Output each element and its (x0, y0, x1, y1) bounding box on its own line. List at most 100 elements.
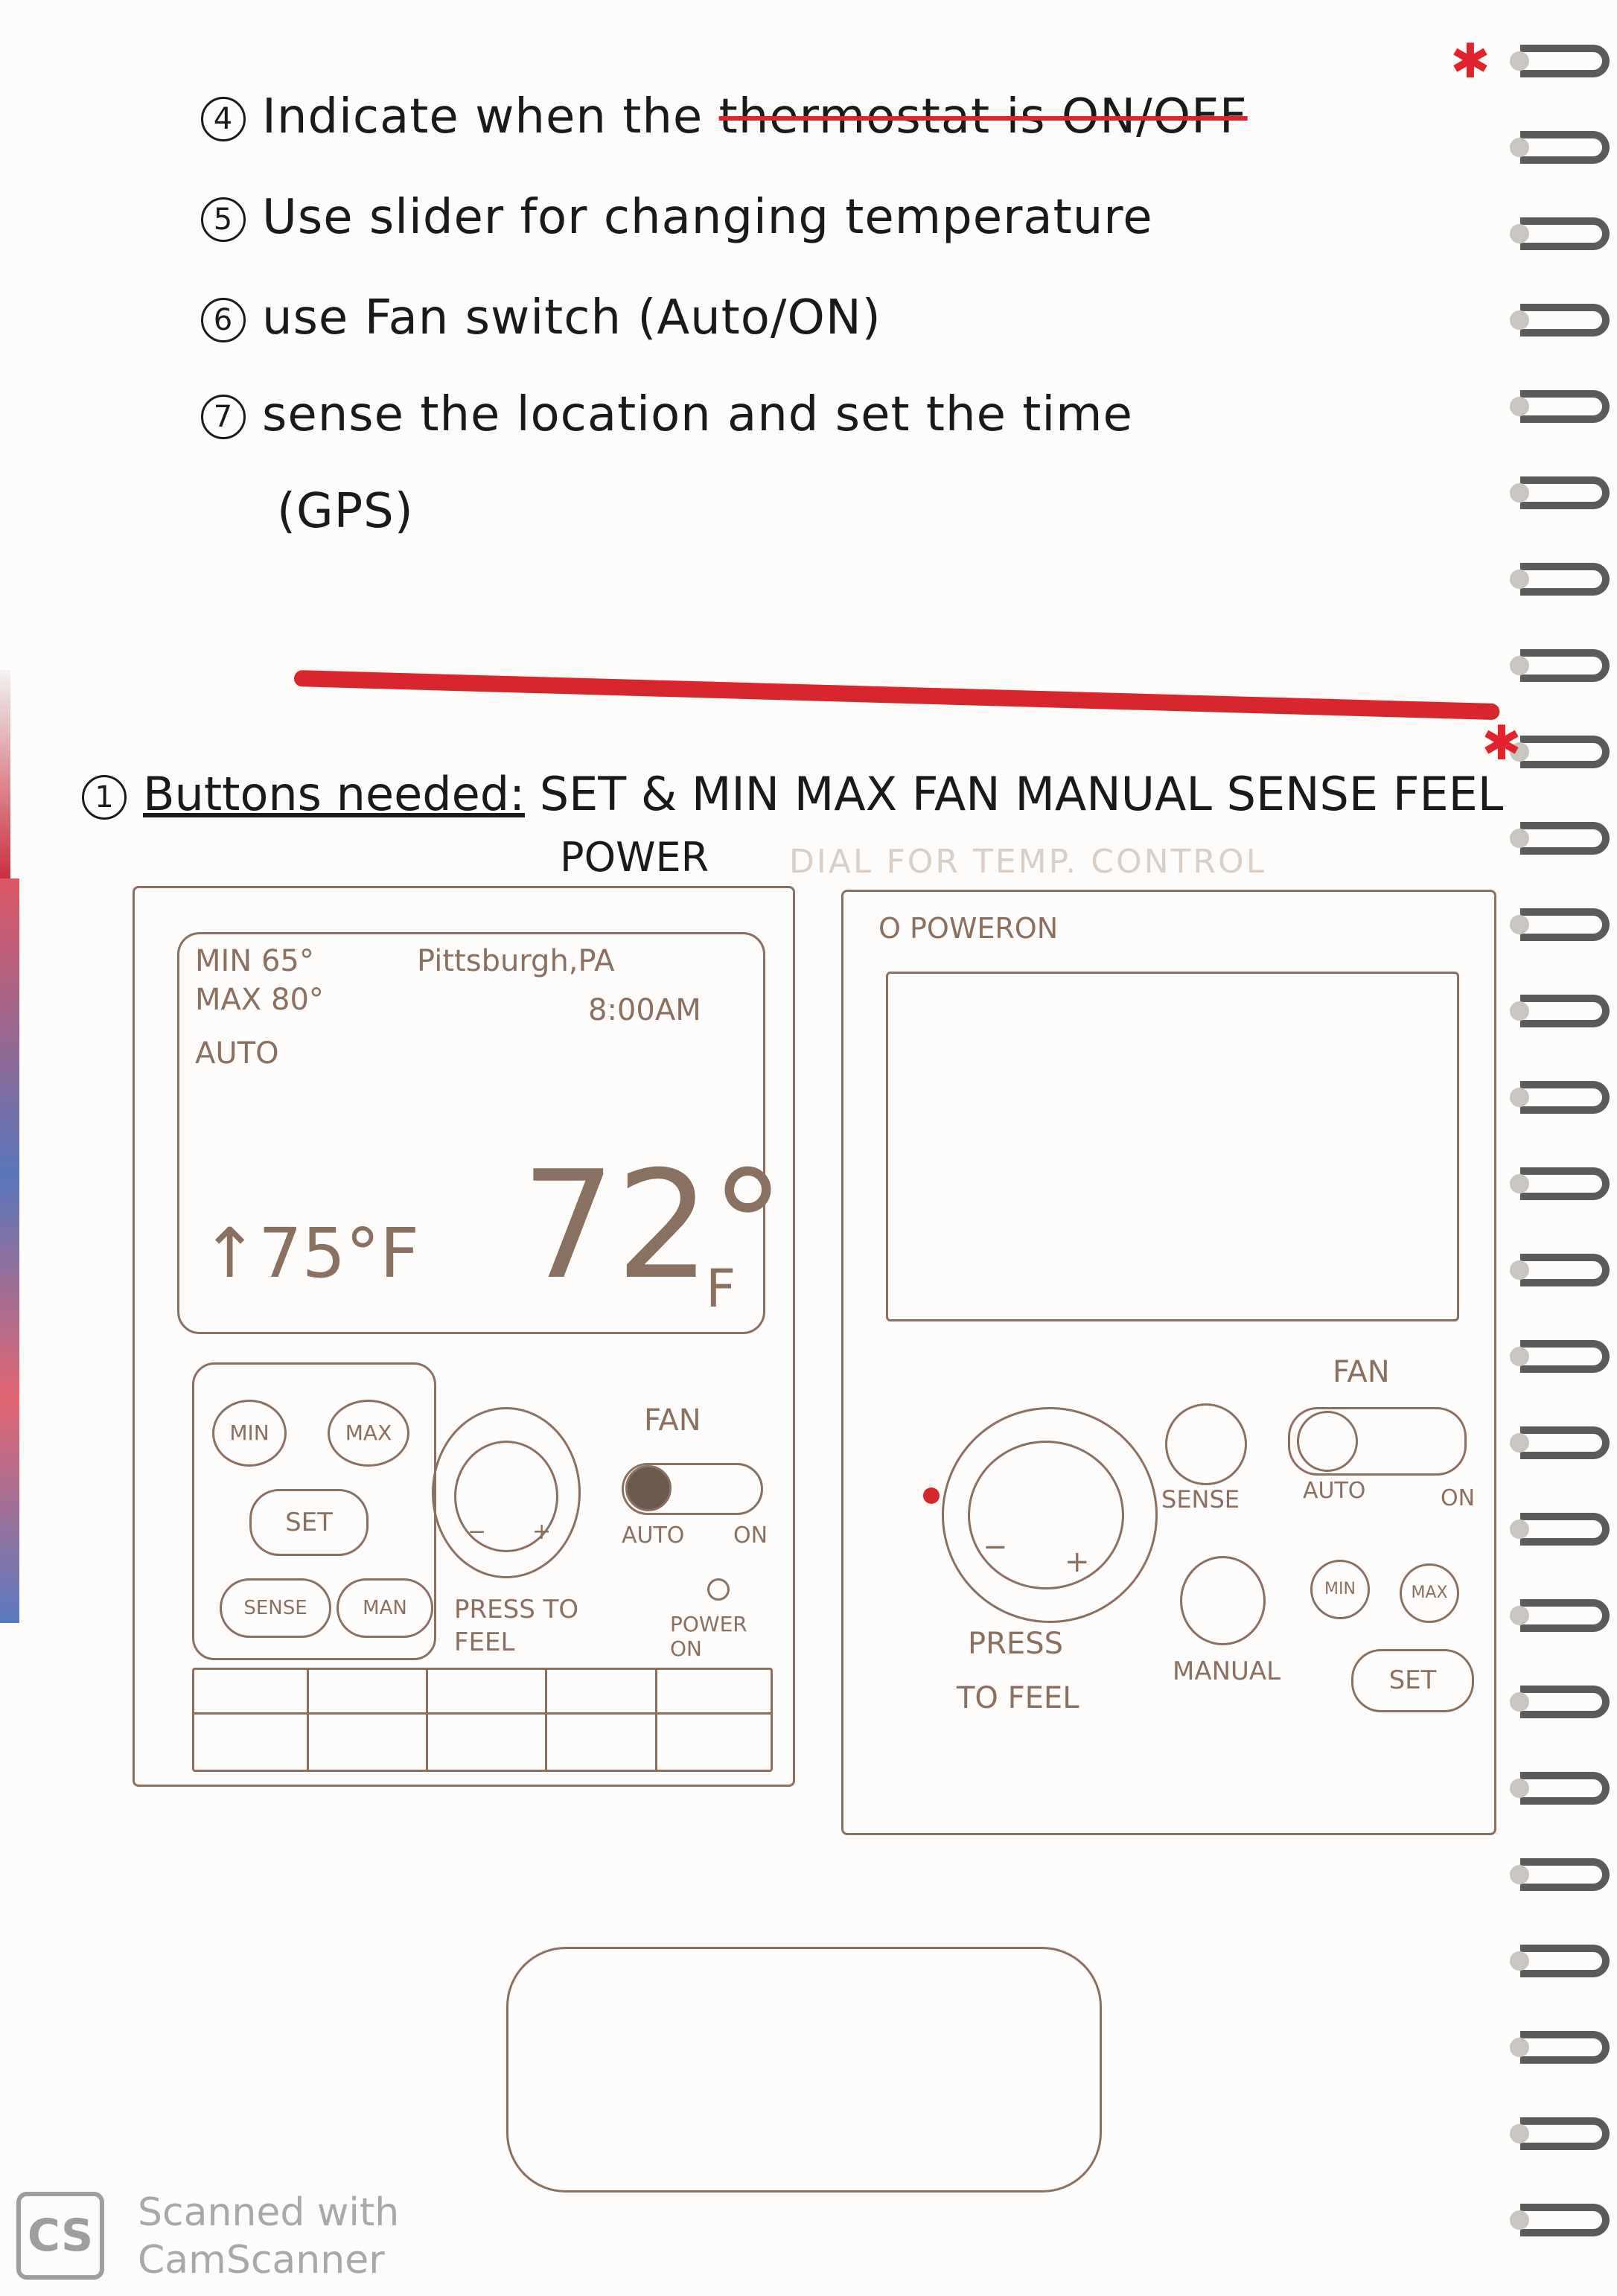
page-edge-decoration (0, 878, 19, 1623)
buttons-needed-items: SET & MIN MAX FAN MANUAL SENSE FEEL (539, 767, 1504, 821)
camscanner-logo: CS (16, 2192, 104, 2280)
right-set-button[interactable]: SET (1351, 1649, 1474, 1712)
page-edge-decoration (0, 670, 10, 878)
right-sense-label: SENSE (1161, 1485, 1240, 1514)
right-screen (886, 972, 1459, 1321)
binding-hole (1510, 310, 1529, 330)
right-fan-auto: AUTO (1303, 1478, 1366, 1504)
binding-hole (1510, 2124, 1529, 2143)
spiral-ring (1520, 563, 1610, 596)
right-fan-on: ON (1441, 1485, 1476, 1511)
binding-hole (1510, 570, 1529, 589)
camscanner-watermark: Scanned with CamScanner (138, 2189, 399, 2284)
spiral-ring (1520, 2117, 1610, 2150)
spiral-ring (1520, 1599, 1610, 1632)
spiral-ring (1520, 1858, 1610, 1891)
left-manual-button[interactable]: MAN (337, 1578, 433, 1638)
spiral-ring (1520, 1340, 1610, 1373)
right-to-feel-label: TO FEEL (957, 1681, 1079, 1715)
watermark-line-2: CamScanner (138, 2238, 385, 2283)
spiral-ring (1520, 131, 1610, 164)
binding-hole (1510, 1433, 1529, 1452)
binding-hole (1510, 1606, 1529, 1625)
spiral-ring (1520, 1772, 1610, 1805)
left-mode-readout: AUTO (195, 1036, 279, 1071)
spiral-ring (1520, 304, 1610, 337)
grid-line (192, 1712, 773, 1715)
left-bottom-grid (192, 1668, 773, 1772)
note-6: 6 use Fan switch (Auto/ON) (201, 290, 881, 345)
note-struck-text: thermostat is ON/OFF (718, 89, 1248, 144)
left-current-temp: 72° (521, 1139, 785, 1313)
left-press-to-feel: PRESS TO FEEL (454, 1595, 579, 1657)
spiral-ring (1520, 908, 1610, 941)
binding-hole (1510, 51, 1529, 71)
binding-hole (1510, 224, 1529, 243)
red-separator-line (293, 670, 1500, 721)
spiral-ring (1520, 217, 1610, 250)
buttons-needed-label: Buttons needed: (143, 767, 526, 821)
note-number: 6 (201, 298, 246, 343)
spiral-ring (1520, 736, 1610, 768)
right-manual-button[interactable] (1180, 1556, 1266, 1645)
spiral-ring (1520, 45, 1610, 77)
spiral-ring (1520, 1686, 1610, 1718)
grid-line (545, 1668, 547, 1772)
watermark-line-1: Scanned with (138, 2190, 400, 2235)
binding-hole (1510, 1260, 1529, 1280)
right-sense-button[interactable] (1165, 1403, 1247, 1485)
right-dial-plus: + (1065, 1545, 1090, 1579)
left-min-readout: MIN 65° (195, 944, 314, 978)
spiral-ring (1520, 1945, 1610, 1977)
left-max-readout: MAX 80° (195, 983, 324, 1017)
buttons-needed-power: POWER (560, 834, 709, 881)
right-temp-dial-inner (968, 1441, 1124, 1589)
spiral-ring (1520, 2031, 1610, 2064)
left-location-readout: Pittsburgh,PA (417, 944, 615, 978)
left-max-button[interactable]: MAX (328, 1400, 409, 1467)
spiral-ring (1520, 1167, 1610, 1200)
note-text: sense the location and set the time (262, 387, 1133, 442)
left-fan-label: FAN (644, 1403, 701, 1438)
spiral-ring (1520, 1513, 1610, 1546)
note-4: 4 Indicate when the thermostat is ON/OFF (201, 89, 1248, 144)
binding-hole (1510, 1779, 1529, 1798)
left-power-indicator (707, 1578, 730, 1601)
spiral-binding (1505, 0, 1617, 2296)
left-fan-auto: AUTO (622, 1522, 685, 1549)
left-power-on: POWER ON (670, 1612, 747, 1661)
grid-line (426, 1668, 428, 1772)
binding-hole (1510, 1088, 1529, 1107)
note-text: Use slider for changing temperature (262, 190, 1153, 245)
spiral-ring (1520, 1081, 1610, 1114)
binding-hole (1510, 138, 1529, 157)
right-fan-switch-knob[interactable] (1297, 1411, 1358, 1472)
right-fan-label: FAN (1333, 1355, 1390, 1389)
spiral-ring (1520, 476, 1610, 509)
right-min-button[interactable]: MIN (1310, 1560, 1370, 1619)
spiral-ring (1520, 649, 1610, 682)
left-set-button[interactable]: SET (249, 1489, 369, 1556)
right-max-button[interactable]: MAX (1400, 1563, 1459, 1623)
binding-hole (1510, 397, 1529, 416)
left-min-button[interactable]: MIN (212, 1400, 287, 1467)
binding-hole (1510, 1001, 1529, 1021)
binding-hole (1510, 2210, 1529, 2230)
binding-hole (1510, 483, 1529, 503)
right-dial-minus: − (983, 1530, 1008, 1564)
grid-line (307, 1668, 309, 1772)
note-text: use Fan switch (Auto/ON) (262, 290, 881, 345)
left-time-readout: 8:00AM (588, 993, 701, 1027)
left-fan-switch-knob[interactable] (625, 1465, 672, 1511)
spiral-ring (1520, 390, 1610, 423)
right-press-label: PRESS (968, 1627, 1063, 1661)
buttons-needed-note: 1 Buttons needed: SET & MIN MAX FAN MANUA… (82, 767, 1503, 821)
binding-hole (1510, 1692, 1529, 1712)
binding-hole (1510, 829, 1529, 848)
note-7-continued: (GPS) (277, 484, 414, 539)
left-sense-button[interactable]: SENSE (220, 1578, 331, 1638)
binding-hole (1510, 1347, 1529, 1366)
binding-hole (1510, 1951, 1529, 1971)
binding-hole (1510, 656, 1529, 675)
spiral-ring (1520, 995, 1610, 1027)
